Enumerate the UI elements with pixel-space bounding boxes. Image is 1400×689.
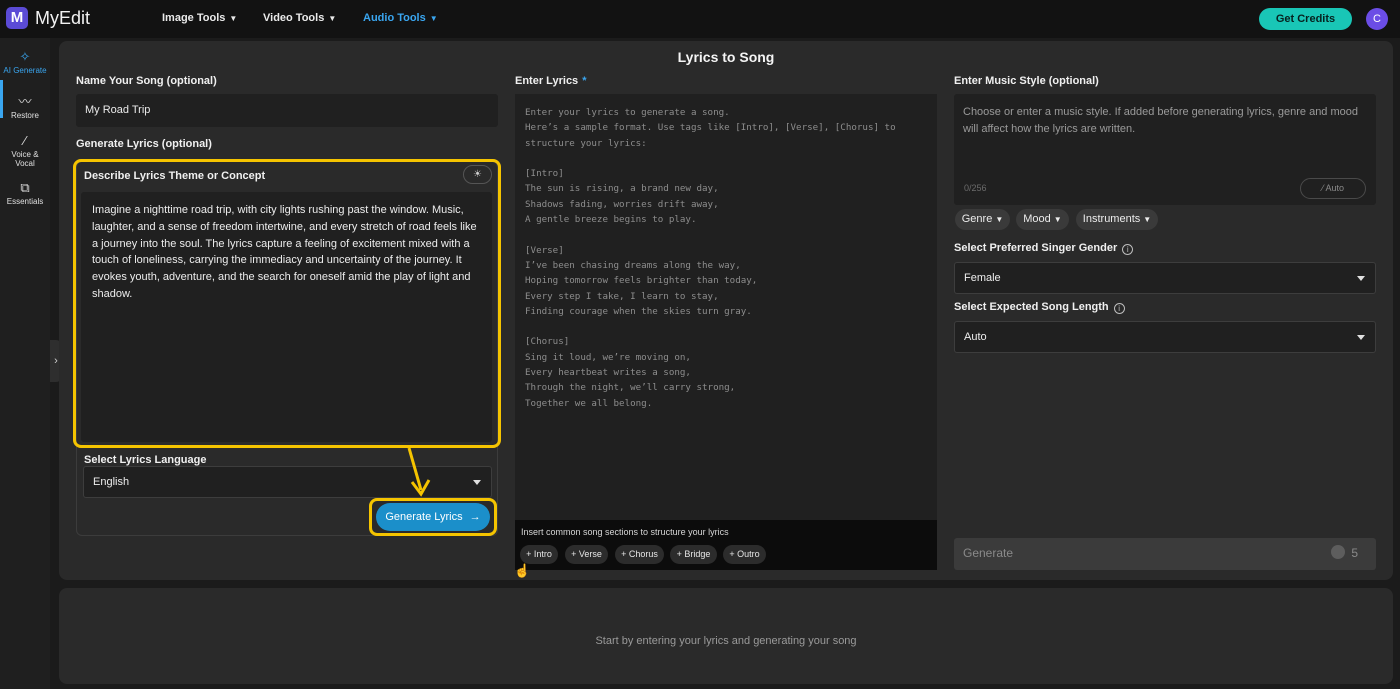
info-icon[interactable]: i	[1113, 303, 1125, 314]
song-sections-bar: Insert common song sections to structure…	[515, 520, 937, 570]
get-credits-button[interactable]: Get Credits	[1259, 8, 1352, 30]
section-chip-outro[interactable]: + Outro	[723, 545, 766, 564]
brand-name[interactable]: MyEdit	[35, 8, 90, 29]
page-title: Lyrics to Song	[677, 49, 775, 65]
section-chip-bridge[interactable]: + Bridge	[670, 545, 717, 564]
music-style-placeholder: Choose or enter a music style. If added …	[963, 106, 1359, 135]
layers-icon: ⧉	[20, 180, 30, 195]
singer-gender-label: Select Preferred Singer Gender i	[954, 242, 1134, 255]
mouse-cursor-icon: ☝	[514, 563, 531, 578]
chevron-down-icon: ▼	[1143, 215, 1152, 224]
song-results-panel: Start by entering your lyrics and genera…	[59, 588, 1393, 684]
dropdown-caret-icon	[1357, 276, 1365, 281]
instruments-dropdown[interactable]: Instruments ▼	[1076, 209, 1158, 230]
language-label: Select Lyrics Language	[84, 454, 207, 466]
song-length-select[interactable]: Auto	[954, 321, 1376, 353]
nav-audio-tools[interactable]: Audio Tools ▼	[363, 12, 438, 24]
theme-highlight-box	[73, 159, 501, 448]
waveform-icon: 〰	[18, 94, 32, 109]
song-name-input[interactable]: My Road Trip	[76, 94, 498, 127]
dropdown-caret-icon	[473, 480, 481, 485]
nav-video-tools[interactable]: Video Tools ▼	[263, 12, 336, 24]
singer-gender-select[interactable]: Female	[954, 262, 1376, 294]
myedit-logo[interactable]: M	[6, 7, 28, 29]
generate-lyrics-label: Generate Lyrics (optional)	[76, 138, 212, 150]
wand-icon: ⁄	[23, 133, 27, 148]
highlight-arrow	[407, 447, 431, 497]
button-highlight-box	[369, 498, 497, 536]
char-counter: 0/256	[964, 183, 987, 193]
chevron-down-icon: ▼	[429, 14, 438, 23]
sidebar-item-essentials[interactable]: ⧉ Essentials	[0, 180, 50, 206]
sidebar-item-ai-generate[interactable]: ✧ AI Generate	[0, 49, 50, 75]
song-length-label: Select Expected Song Length i	[954, 301, 1125, 314]
sidebar-item-voice-vocal[interactable]: ⁄ Voice & Vocal	[0, 133, 50, 168]
nav-image-tools[interactable]: Image Tools ▼	[162, 12, 237, 24]
lyrics-label: Enter Lyrics *	[515, 75, 587, 87]
avatar[interactable]: C	[1366, 8, 1388, 30]
chevron-down-icon: ▼	[328, 14, 337, 23]
section-chip-chorus[interactable]: + Chorus	[615, 545, 664, 564]
info-icon[interactable]: i	[1122, 244, 1134, 255]
music-style-input[interactable]: Choose or enter a music style. If added …	[954, 94, 1376, 205]
chevron-right-icon: ›	[54, 355, 58, 367]
section-chip-verse[interactable]: + Verse	[565, 545, 608, 564]
credit-cost: 5	[1331, 545, 1358, 560]
mood-dropdown[interactable]: Mood ▼	[1016, 209, 1069, 230]
section-chip-intro[interactable]: + Intro	[520, 545, 558, 564]
magic-wand-icon: ✧	[19, 49, 31, 64]
chevron-down-icon: ▼	[1053, 215, 1062, 224]
generate-song-button[interactable]: Generate 5	[954, 538, 1376, 570]
lyrics-to-song-panel: Lyrics to Song Name Your Song (optional)…	[59, 41, 1393, 580]
sections-hint: Insert common song sections to structure…	[521, 527, 729, 537]
music-style-label: Enter Music Style (optional)	[954, 75, 1099, 87]
song-name-label: Name Your Song (optional)	[76, 75, 217, 87]
chevron-down-icon: ▼	[995, 215, 1004, 224]
lyrics-textarea[interactable]: Enter your lyrics to generate a song. He…	[515, 94, 937, 520]
chevron-down-icon: ▼	[229, 14, 238, 23]
auto-style-button[interactable]: ⁄ Auto	[1300, 178, 1366, 199]
dropdown-caret-icon	[1357, 335, 1365, 340]
sidebar: ✧ AI Generate 〰 Restore ⁄ Voice & Vocal …	[0, 38, 50, 689]
genre-dropdown[interactable]: Genre ▼	[955, 209, 1010, 230]
top-bar: M MyEdit Image Tools ▼ Video Tools ▼ Audio…	[0, 0, 1400, 38]
empty-state-hint: Start by entering your lyrics and genera…	[595, 635, 857, 647]
credit-coin-icon	[1331, 545, 1346, 559]
sidebar-item-restore[interactable]: 〰 Restore	[0, 94, 50, 120]
